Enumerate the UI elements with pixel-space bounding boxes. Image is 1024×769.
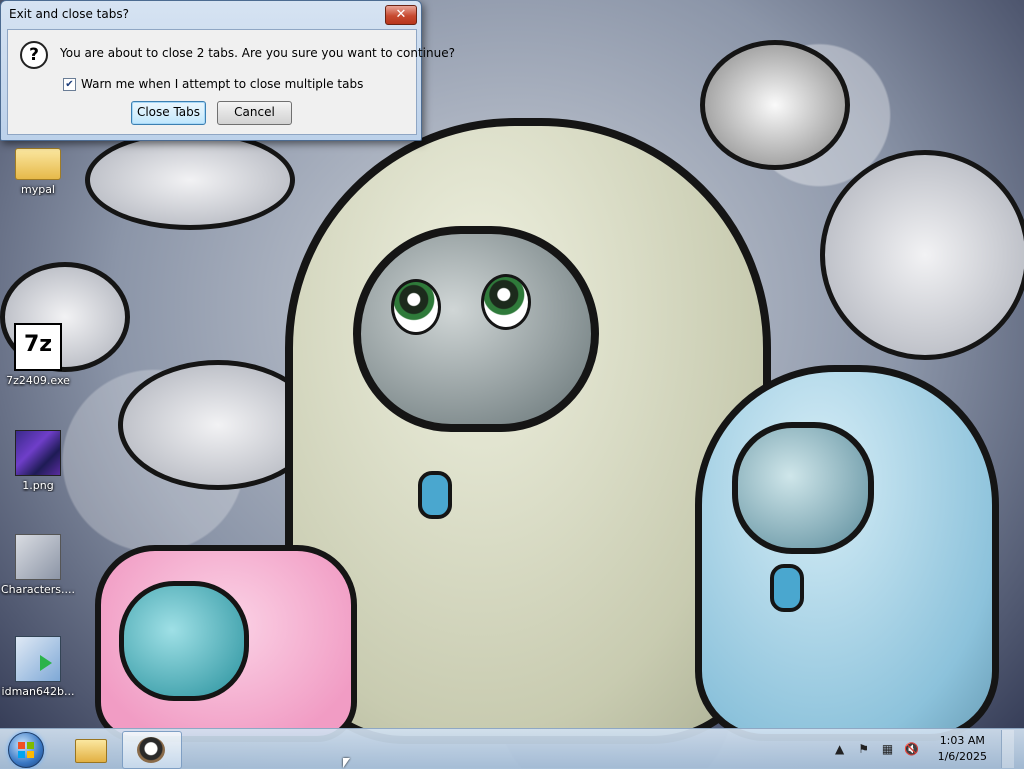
clock-date: 1/6/2025 <box>937 750 987 763</box>
folder-icon <box>15 148 61 180</box>
cancel-button[interactable]: Cancel <box>217 101 292 125</box>
desktop-icon-idman[interactable]: idman642b... <box>0 636 76 698</box>
taskbar-browser-button[interactable] <box>122 731 182 769</box>
dialog-title: Exit and close tabs? <box>9 7 129 21</box>
wallpaper-eye <box>481 274 531 330</box>
image-file-icon <box>15 430 61 476</box>
desktop-icon-mypal[interactable]: mypal <box>0 138 76 196</box>
windows-logo-icon <box>18 742 34 758</box>
taskbar: ▲ ⚑ ▦ 🔇 1:03 AM 1/6/2025 <box>0 728 1024 769</box>
wallpaper-tag <box>770 564 804 612</box>
system-tray: ▲ ⚑ ▦ 🔇 1:03 AM 1/6/2025 <box>824 729 1014 769</box>
7zip-icon: 7z <box>14 323 62 371</box>
clock[interactable]: 1:03 AM 1/6/2025 <box>938 733 987 765</box>
question-icon: ? <box>20 41 48 69</box>
taskbar-explorer-button[interactable] <box>60 731 118 767</box>
action-center-flag-icon[interactable]: ⚑ <box>856 741 872 757</box>
close-tabs-dialog: Exit and close tabs? ✕ ? You are about t… <box>0 0 455 141</box>
show-hidden-icons-icon[interactable]: ▲ <box>832 741 848 757</box>
mouse-cursor <box>343 758 350 768</box>
clock-time: 1:03 AM <box>939 734 985 747</box>
wallpaper-bear <box>820 150 1024 360</box>
wallpaper-pink-cat <box>95 545 357 742</box>
wallpaper-visor <box>353 226 599 432</box>
warn-checkbox[interactable]: ✔ <box>63 77 76 91</box>
start-button[interactable] <box>8 732 44 768</box>
volume-muted-icon[interactable]: 🔇 <box>904 741 920 757</box>
installer-icon <box>15 636 61 682</box>
browser-icon <box>137 737 165 763</box>
desktop-icon-label: Characters.... <box>0 583 76 596</box>
wallpaper-visor <box>732 422 874 554</box>
desktop-icon-label: 7z2409.exe <box>6 374 70 387</box>
desktop-icon-label: 1.png <box>22 479 54 492</box>
wallpaper-bear <box>700 40 850 170</box>
show-desktop-button[interactable] <box>1001 730 1014 768</box>
desktop-icon-7z2409[interactable]: 7z 7z2409.exe <box>0 323 76 387</box>
network-icon[interactable]: ▦ <box>880 741 896 757</box>
desktop-icon-label: idman642b... <box>1 685 75 698</box>
wallpaper-eye <box>391 279 441 335</box>
dialog-message: You are about to close 2 tabs. Are you s… <box>60 46 455 60</box>
desktop-icon-label: mypal <box>20 183 55 196</box>
desktop-icon-characters[interactable]: Characters.... <box>0 534 76 596</box>
image-file-icon <box>15 534 61 580</box>
warn-checkbox-row[interactable]: ✔ Warn me when I attempt to close multip… <box>63 77 363 91</box>
close-tabs-button[interactable]: Close Tabs <box>131 101 206 125</box>
dialog-close-button[interactable]: ✕ <box>385 5 417 25</box>
wallpaper-visor <box>119 581 249 701</box>
wallpaper-tag <box>418 471 452 519</box>
wallpaper-bear <box>85 130 295 230</box>
wallpaper-blue-ghost <box>695 365 999 741</box>
desktop-icon-1-png[interactable]: 1.png <box>0 430 76 492</box>
folder-icon <box>75 739 107 763</box>
warn-checkbox-label[interactable]: Warn me when I attempt to close multiple… <box>81 77 363 91</box>
dialog-body: ? You are about to close 2 tabs. Are you… <box>7 29 455 135</box>
